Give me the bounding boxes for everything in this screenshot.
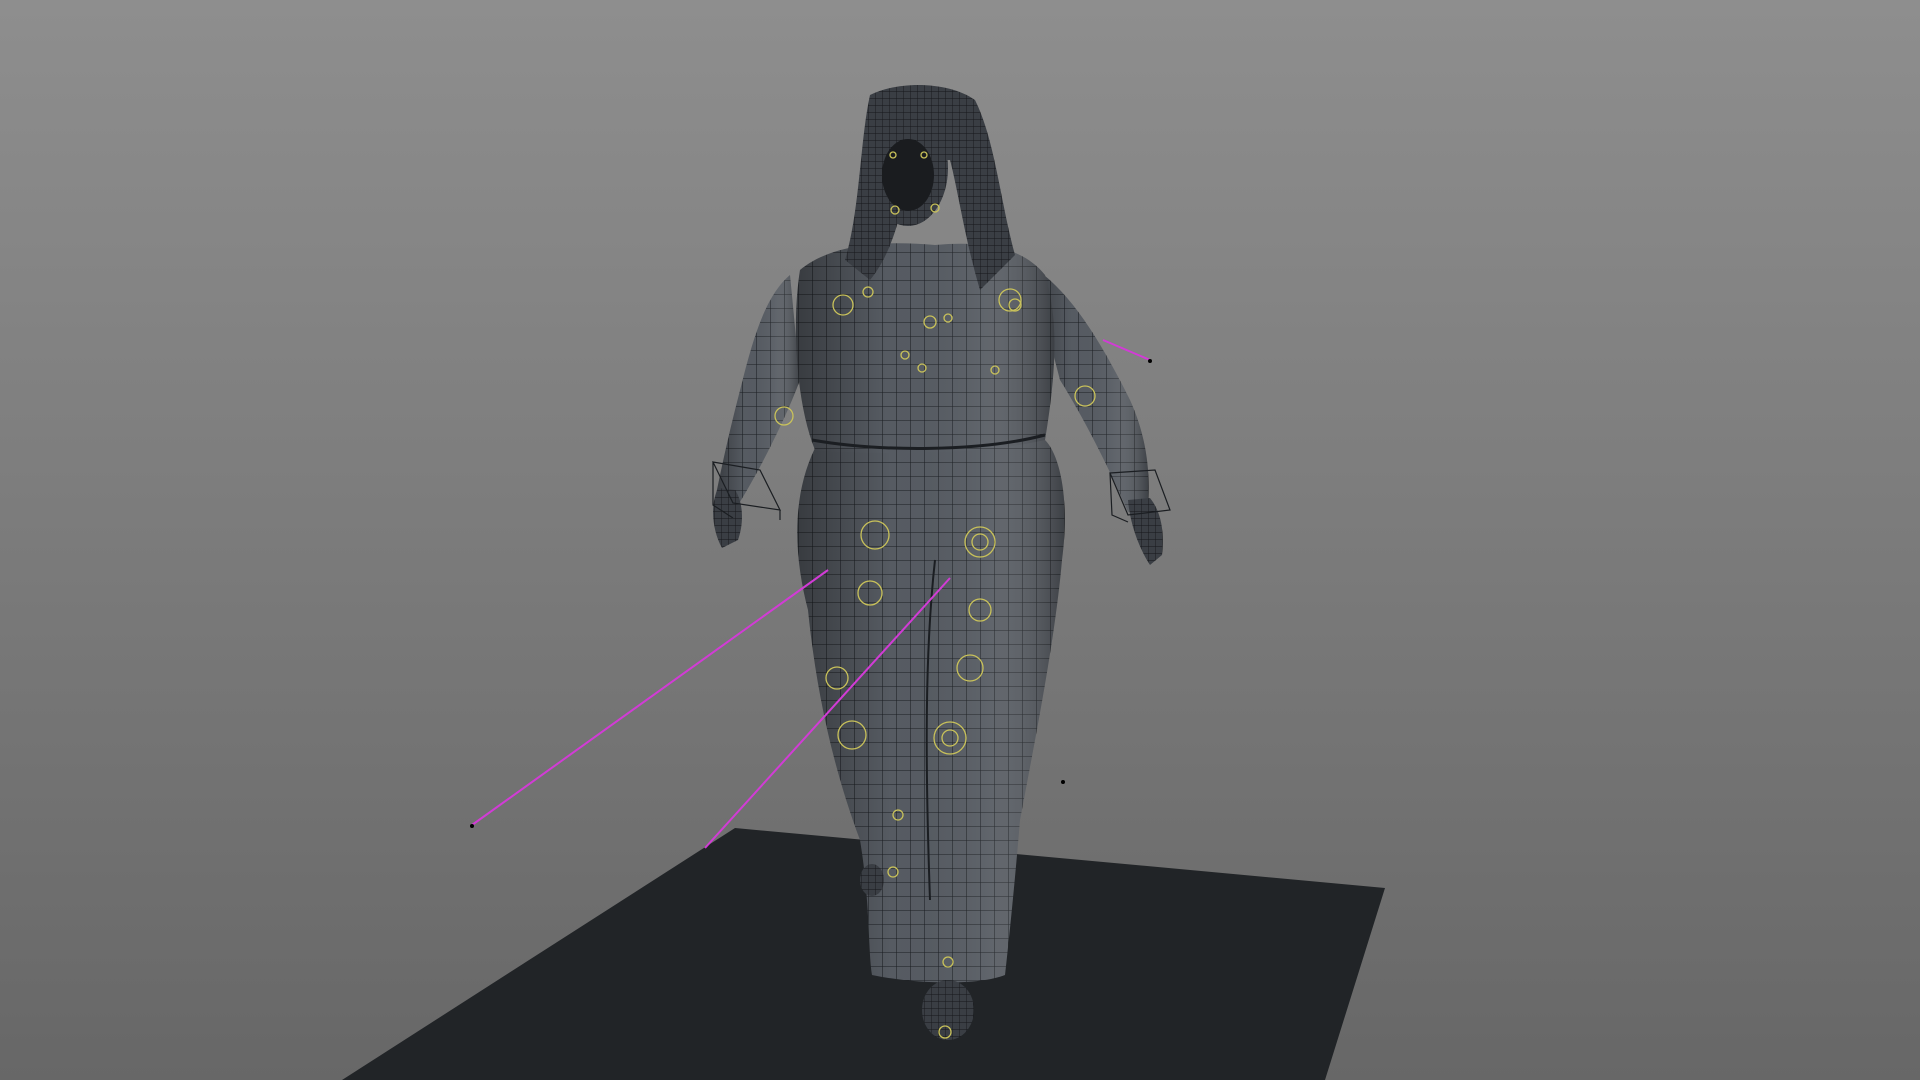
hand-left-mesh[interactable] [1128,498,1163,565]
scene-canvas[interactable] [0,0,1920,1080]
right-shoe-mesh[interactable] [860,864,884,896]
ground-plane[interactable] [342,828,1385,1080]
3d-viewport[interactable]: wireframe-character-mesh [0,0,1920,1080]
left-shoe-mesh[interactable] [922,980,974,1040]
hand-right-mesh[interactable] [713,488,742,548]
face-dark [882,139,934,211]
